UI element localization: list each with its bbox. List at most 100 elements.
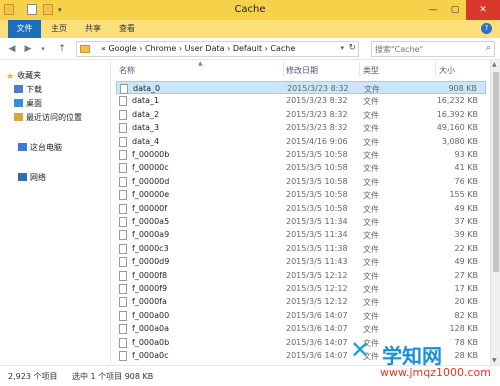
file-name: data_1: [132, 96, 160, 106]
search-box[interactable]: ⌕: [371, 41, 495, 57]
file-date: 2015/3/5 10:58: [286, 176, 348, 186]
breadcrumb-item-google[interactable]: Google: [108, 44, 136, 53]
chevron-down-icon[interactable]: ▾: [340, 44, 344, 52]
file-date: 2015/3/5 12:12: [286, 297, 348, 307]
file-date: 2015/3/5 11:43: [286, 257, 348, 267]
file-row[interactable]: f_00000f 2015/3/5 10:58 文件 49 KB: [116, 202, 486, 215]
tab-share[interactable]: 共享: [78, 20, 108, 38]
scrollbar-thumb[interactable]: [493, 72, 499, 272]
file-row[interactable]: f_000a0a 2015/3/6 14:07 文件 128 KB: [116, 322, 486, 335]
breadcrumb-item-default[interactable]: Default: [233, 44, 262, 53]
sidebar-item-desktop[interactable]: 桌面: [14, 98, 42, 110]
breadcrumb-separator[interactable]: ›: [179, 44, 182, 53]
sidebar-item-recent-places[interactable]: 最近访问的位置: [14, 112, 82, 124]
tab-home[interactable]: 主页: [44, 20, 74, 38]
file-type: 文件: [363, 164, 379, 174]
breadcrumb-item-user-data[interactable]: User Data: [185, 44, 225, 53]
column-divider[interactable]: [435, 62, 436, 76]
address-bar[interactable]: « Google › Chrome › User Data › Default …: [76, 41, 359, 57]
breadcrumb-separator[interactable]: ›: [227, 44, 230, 53]
sidebar-item-label: 网络: [30, 173, 46, 182]
breadcrumb-item-cache[interactable]: Cache: [270, 44, 295, 53]
scroll-down-icon[interactable]: ▼: [492, 357, 497, 364]
file-size: 76 KB: [454, 176, 478, 186]
file-size: 128 KB: [449, 324, 478, 334]
maximize-button[interactable]: ▢: [444, 0, 466, 20]
file-size: 82 KB: [454, 310, 478, 320]
up-icon[interactable]: ↑: [56, 42, 68, 56]
help-icon[interactable]: ?: [481, 23, 492, 34]
file-date: 2015/3/5 11:34: [286, 230, 348, 240]
file-size: 39 KB: [454, 230, 478, 240]
file-row[interactable]: f_0000f9 2015/3/5 12:12 文件 17 KB: [116, 282, 486, 295]
column-header-size[interactable]: 大小: [439, 65, 455, 76]
vertical-scrollbar[interactable]: ▲ ▼: [490, 60, 500, 365]
sidebar-item-this-pc[interactable]: 这台电脑: [18, 142, 62, 154]
ribbon-tabs: 文件 主页 共享 查看 ?: [0, 20, 500, 38]
column-divider[interactable]: [359, 62, 360, 76]
folder-icon: [80, 45, 90, 53]
file-row[interactable]: f_0000a5 2015/3/5 11:34 文件 37 KB: [116, 215, 486, 228]
file-icon: [119, 351, 127, 361]
breadcrumb-overflow[interactable]: «: [101, 44, 106, 53]
search-input[interactable]: [375, 43, 475, 55]
file-row[interactable]: data_2 2015/3/23 8:32 文件 16,392 KB: [116, 108, 486, 121]
refresh-icon[interactable]: ↻: [348, 43, 356, 53]
navigation-bar: ◀ ▶ ▾ ↑ « Google › Chrome › User Data › …: [0, 38, 500, 60]
file-size: 41 KB: [454, 163, 478, 173]
column-header-name[interactable]: 名称: [119, 65, 135, 76]
file-row[interactable]: f_00000d 2015/3/5 10:58 文件 76 KB: [116, 175, 486, 188]
sidebar-item-downloads[interactable]: 下载: [14, 84, 42, 96]
search-icon[interactable]: ⌕: [486, 43, 491, 53]
breadcrumb-separator[interactable]: ›: [265, 44, 268, 53]
file-row[interactable]: f_0000a9 2015/3/5 11:34 文件 39 KB: [116, 228, 486, 241]
file-row[interactable]: f_0000d9 2015/3/5 11:43 文件 49 KB: [116, 255, 486, 268]
column-header-type[interactable]: 类型: [363, 65, 379, 76]
file-size: 3,080 KB: [441, 136, 478, 146]
file-row[interactable]: data_0 2015/3/23 8:32 文件 908 KB: [116, 81, 486, 94]
file-size: 28 KB: [454, 351, 478, 360]
file-icon: [119, 243, 127, 254]
file-size: 49 KB: [454, 203, 478, 213]
tab-view[interactable]: 查看: [112, 20, 142, 38]
file-icon: [119, 270, 127, 281]
file-icon: [119, 109, 127, 120]
file-row[interactable]: f_00000e 2015/3/5 10:58 文件 155 KB: [116, 188, 486, 201]
sidebar-item-label: 最近访问的位置: [26, 113, 82, 122]
file-icon: [119, 96, 127, 107]
column-divider[interactable]: [283, 62, 284, 76]
breadcrumb-separator[interactable]: ›: [139, 44, 142, 53]
sidebar-item-favorites[interactable]: ★ 收藏夹: [6, 70, 41, 82]
sidebar-item-network[interactable]: 网络: [18, 172, 46, 184]
forward-icon[interactable]: ▶: [22, 42, 34, 56]
file-row[interactable]: f_000a00 2015/3/6 14:07 文件 82 KB: [116, 309, 486, 322]
file-row[interactable]: data_1 2015/3/23 8:32 文件 16,232 KB: [116, 94, 486, 107]
file-size: 78 KB: [454, 337, 478, 347]
network-icon: [18, 173, 27, 181]
breadcrumb-item-chrome[interactable]: Chrome: [145, 44, 176, 53]
file-name: data_2: [132, 109, 160, 119]
file-row[interactable]: f_00000b 2015/3/5 10:58 文件 93 KB: [116, 148, 486, 161]
recent-locations-icon[interactable]: ▾: [38, 42, 48, 56]
column-header-date[interactable]: 修改日期: [286, 65, 318, 76]
file-row[interactable]: f_0000fa 2015/3/5 12:12 文件 20 KB: [116, 295, 486, 308]
file-row[interactable]: f_0000f8 2015/3/5 12:12 文件 27 KB: [116, 269, 486, 282]
file-date: 2015/3/23 8:32: [286, 96, 348, 106]
minimize-button[interactable]: —: [422, 0, 444, 20]
file-row[interactable]: data_3 2015/3/23 8:32 文件 49,160 KB: [116, 121, 486, 134]
file-date: 2015/3/23 8:32: [286, 109, 348, 119]
file-type: 文件: [363, 204, 379, 214]
file-row[interactable]: data_4 2015/4/16 9:06 文件 3,080 KB: [116, 135, 486, 148]
watermark-logo-icon: ✕: [350, 336, 371, 364]
file-row[interactable]: f_00000c 2015/3/5 10:58 文件 41 KB: [116, 161, 486, 174]
title-bar: ▾ Cache — ▢ ✕: [0, 0, 500, 20]
sidebar-item-label: 这台电脑: [30, 143, 62, 152]
file-row[interactable]: f_0000c3 2015/3/5 11:38 文件 22 KB: [116, 242, 486, 255]
file-type: 文件: [363, 124, 379, 134]
file-type: 文件: [363, 137, 379, 147]
tab-file[interactable]: 文件: [8, 20, 41, 38]
close-button[interactable]: ✕: [466, 0, 500, 20]
scroll-up-icon[interactable]: ▲: [492, 61, 497, 68]
back-icon[interactable]: ◀: [6, 42, 18, 56]
computer-icon: [18, 143, 27, 151]
